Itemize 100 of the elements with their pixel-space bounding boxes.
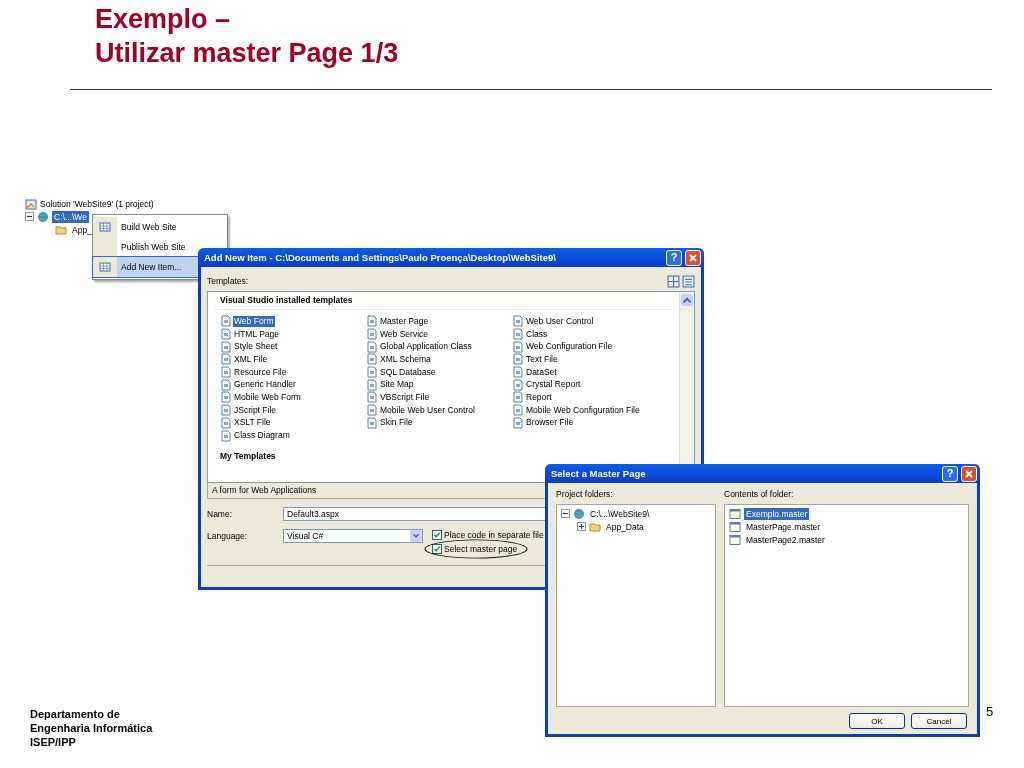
menu-item[interactable]: Build Web Site [93, 217, 227, 237]
file-icon [512, 378, 524, 391]
footer-text: Departamento de [30, 707, 121, 721]
dialog-button[interactable]: Cancel [911, 713, 967, 729]
help-button[interactable]: ? [666, 249, 682, 266]
file-item[interactable]: MasterPage.master [744, 520, 823, 533]
template-item[interactable]: Mobile Web User Control [379, 404, 476, 416]
template-item[interactable]: HTML Page [233, 328, 281, 340]
language-dropdown[interactable]: Visual C# [283, 529, 423, 543]
template-item[interactable]: Generic Handler [233, 379, 297, 391]
template-item[interactable]: Class [525, 328, 549, 340]
template-item[interactable]: Class Diagram [233, 430, 291, 442]
close-icon [964, 468, 974, 479]
file-icon [366, 328, 378, 341]
template-item[interactable]: Mobile Web Configuration File [525, 404, 641, 416]
template-item[interactable]: VBScript File [379, 391, 431, 403]
checkbox-label[interactable]: Place code in separate file [444, 530, 544, 540]
grid-icon [99, 261, 111, 273]
template-item[interactable]: XML File [233, 353, 269, 365]
file-icon [512, 416, 524, 429]
grid-icon [99, 221, 111, 233]
template-item[interactable]: Mobile Web Form [233, 391, 302, 403]
folder-icon [55, 223, 67, 236]
folder-icon [589, 520, 601, 533]
file-icon [512, 353, 524, 366]
file-item[interactable]: Exemplo.master [744, 507, 810, 520]
file-icon [220, 416, 232, 429]
file-icon [729, 507, 741, 520]
field-label: Language: [207, 530, 249, 543]
template-item[interactable]: Site Map [379, 379, 415, 391]
checkbox[interactable] [432, 530, 442, 540]
file-icon [220, 328, 232, 341]
file-icon [512, 366, 524, 379]
help-button[interactable]: ? [942, 465, 958, 482]
file-item[interactable]: MasterPage2.master [744, 533, 827, 546]
tree-item[interactable]: Solution 'WebSite9' (1 project) [40, 198, 154, 209]
globe-icon [37, 210, 49, 223]
template-item[interactable]: JScript File [233, 404, 278, 416]
template-item[interactable]: Web Form [233, 315, 275, 327]
group-heading: Visual Studio installed templates [214, 294, 673, 310]
file-icon [512, 391, 524, 404]
file-icon [512, 328, 524, 341]
template-item[interactable]: Report [525, 391, 553, 403]
footer-text: Engenharia Informática [30, 721, 153, 735]
group-heading: My Templates [219, 449, 277, 463]
template-item[interactable]: Global Application Class [379, 341, 473, 353]
close-button[interactable] [961, 465, 977, 482]
expander-icon[interactable] [577, 522, 586, 531]
file-icon [366, 416, 378, 429]
file-icon [220, 315, 232, 328]
field-label: Project folders: [556, 489, 614, 499]
checkbox[interactable] [432, 544, 442, 554]
template-item[interactable]: DataSet [525, 366, 558, 378]
template-item[interactable]: Crystal Report [525, 379, 582, 391]
file-icon [512, 404, 524, 417]
field-label: Name: [207, 508, 234, 521]
file-icon [366, 353, 378, 366]
close-button[interactable] [685, 249, 701, 266]
template-item[interactable]: Master Page [379, 315, 430, 327]
slide-title: Exemplo – [95, 3, 232, 36]
list-icon[interactable] [682, 274, 695, 288]
file-icon [366, 378, 378, 391]
tree-item[interactable]: App_ [70, 223, 94, 236]
template-item[interactable]: XML Schema [379, 353, 432, 365]
large-icons-icon[interactable] [667, 274, 680, 288]
file-icon [729, 520, 741, 533]
footer-text: ISEP/IPP [30, 735, 77, 749]
globe-icon [573, 507, 585, 520]
file-icon [220, 353, 232, 366]
tree-item[interactable]: C:\...\WebSite9\ [588, 507, 652, 520]
expander-icon[interactable] [561, 509, 570, 518]
template-item[interactable]: Style Sheet [233, 341, 279, 353]
page-number: 5 [986, 704, 994, 719]
template-item[interactable]: Web Configuration File [525, 341, 614, 353]
window-title: Select a Master Page [551, 468, 647, 479]
template-item[interactable]: Skin File [379, 417, 414, 429]
template-item[interactable]: Web User Control [525, 315, 595, 327]
field-label: Templates: [207, 276, 249, 286]
template-item[interactable]: Resource File [233, 366, 288, 378]
file-icon [512, 315, 524, 328]
file-icon [220, 378, 232, 391]
file-icon [220, 404, 232, 417]
file-icon [220, 366, 232, 379]
template-item[interactable]: Browser File [525, 417, 575, 429]
template-item[interactable]: SQL Database [379, 366, 437, 378]
file-icon [220, 340, 232, 353]
expander-icon[interactable] [25, 212, 34, 221]
caret-icon[interactable] [681, 294, 693, 306]
slide-title: Utilizar master Page 1/3 [95, 37, 399, 70]
caret-icon[interactable] [410, 530, 422, 542]
file-icon [512, 340, 524, 353]
file-icon [366, 315, 378, 328]
dialog-button[interactable]: OK [849, 713, 905, 729]
template-item[interactable]: Web Service [379, 328, 430, 340]
template-item[interactable]: Text File [525, 353, 559, 365]
file-icon [729, 533, 741, 546]
tree-item[interactable]: App_Data [604, 520, 646, 533]
template-item[interactable]: XSLT File [233, 417, 272, 429]
tree-item[interactable]: C:\...\We [52, 210, 89, 223]
close-icon [688, 252, 698, 263]
